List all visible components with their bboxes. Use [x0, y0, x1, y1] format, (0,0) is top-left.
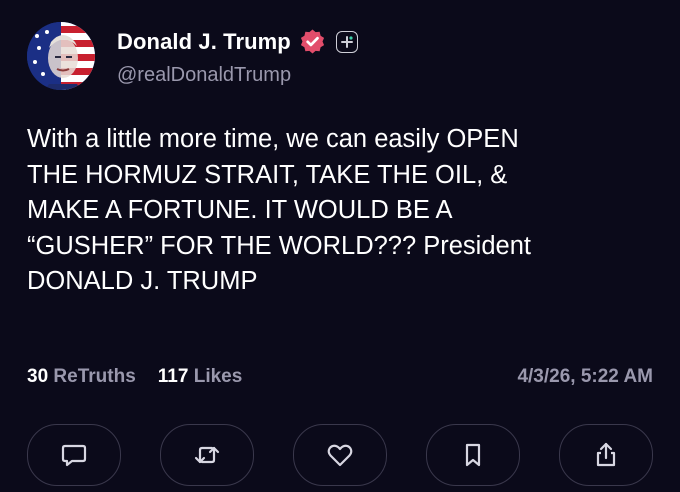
retruths-count: 30 [27, 366, 49, 387]
post-stats: 30 ReTruths 117 Likes [27, 366, 242, 388]
likes-stat[interactable]: 117 Likes [158, 366, 243, 388]
display-name[interactable]: Donald J. Trump [117, 29, 291, 55]
retruth-button[interactable] [160, 424, 254, 486]
likes-count: 117 [157, 366, 189, 387]
repost-icon [194, 446, 220, 464]
user-handle[interactable]: @realDonaldTrump [117, 64, 291, 87]
likes-label: Likes [193, 366, 243, 387]
plus-icon [340, 35, 353, 48]
comment-icon [61, 444, 87, 467]
like-button[interactable] [293, 424, 387, 486]
follow-button[interactable] [335, 30, 358, 53]
flag-portrait-avatar [27, 22, 95, 90]
author-row: Donald J. Trump [117, 28, 358, 55]
bookmark-icon [465, 443, 481, 467]
action-bar [27, 424, 653, 486]
bookmark-button[interactable] [426, 424, 520, 486]
share-icon [596, 442, 616, 467]
post-body: With a little more time, we can easily O… [27, 125, 531, 295]
reply-button[interactable] [27, 424, 121, 486]
share-button[interactable] [559, 424, 653, 486]
verified-badge-icon [300, 29, 324, 54]
heart-icon [327, 444, 353, 467]
avatar[interactable] [27, 22, 95, 90]
post-timestamp[interactable]: 4/3/26, 5:22 AM [517, 366, 653, 388]
retruths-label: ReTruths [53, 366, 136, 387]
retruths-stat[interactable]: 30 ReTruths [27, 366, 136, 388]
